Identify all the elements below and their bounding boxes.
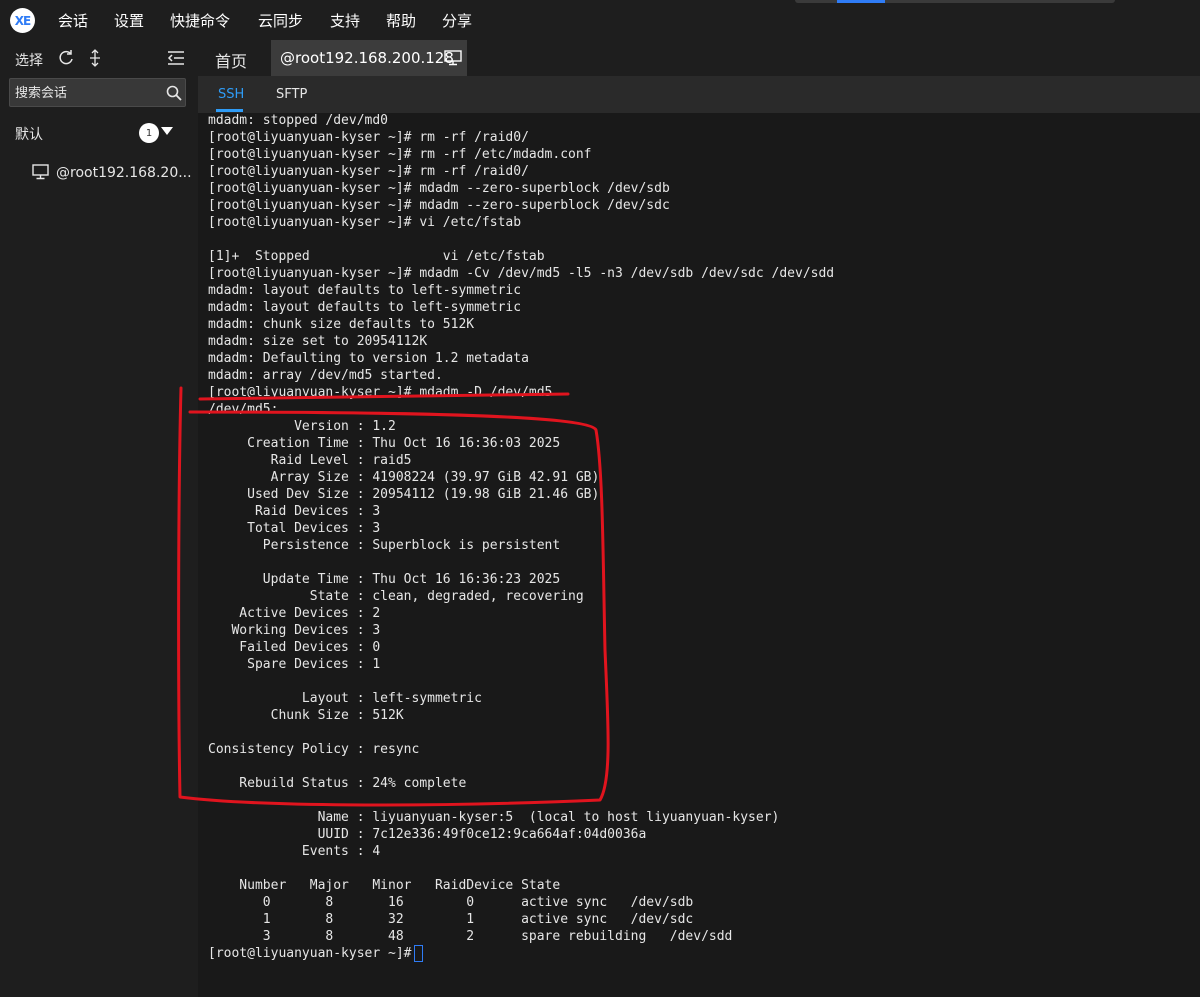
terminal-line: Version : 1.2: [208, 419, 396, 434]
terminal-line: Raid Devices : 3: [208, 504, 381, 519]
terminal-panel: SSH SFTP mdadm: stopped /dev/md0 [root@li…: [198, 76, 1200, 997]
terminal-line: UUID : 7c12e336:49f0ce12:9ca664af:04d003…: [208, 827, 647, 842]
menu-bar: XE 会话 设置 快捷命令 云同步 支持 帮助 分享: [0, 0, 1200, 40]
menu-settings[interactable]: 设置: [114, 10, 144, 31]
menu-help[interactable]: 帮助: [386, 10, 416, 31]
terminal-line: [root@liyuanyuan-kyser ~]# mdadm --zero-…: [208, 181, 670, 196]
menu-cloud-sync[interactable]: 云同步: [258, 10, 303, 31]
tab-home[interactable]: 首页: [215, 48, 247, 72]
tab-session-label: @root192.168.200.128: [280, 49, 454, 67]
group-default-label[interactable]: 默认: [15, 124, 43, 144]
tab-bar: 首页 @root192.168.200.128: [198, 40, 1200, 76]
terminal-line: Chunk Size : 512K: [208, 708, 404, 723]
search-input[interactable]: [15, 83, 155, 103]
protocol-tabs: SSH SFTP: [198, 76, 1200, 113]
terminal-line: Failed Devices : 0: [208, 640, 381, 655]
refresh-icon[interactable]: [57, 49, 75, 67]
session-search[interactable]: [9, 78, 186, 107]
window-controls-strip: [795, 0, 1115, 3]
search-icon[interactable]: [165, 84, 183, 102]
expand-collapse-icon[interactable]: [86, 49, 104, 67]
terminal-line: Number Major Minor RaidDevice State: [208, 878, 561, 893]
caret-down-icon[interactable]: [161, 127, 173, 135]
select-button[interactable]: 选择: [15, 50, 43, 70]
terminal-line: mdadm: layout defaults to left-symmetric: [208, 283, 522, 298]
terminal-line: Rebuild Status : 24% complete: [208, 776, 467, 791]
terminal-line: Persistence : Superblock is persistent: [208, 538, 561, 553]
terminal-line: [root@liyuanyuan-kyser ~]# rm -rf /raid0…: [208, 130, 529, 145]
terminal-line: [root@liyuanyuan-kyser ~]# vi /etc/fstab: [208, 215, 522, 230]
shell-prompt: [root@liyuanyuan-kyser ~]#: [208, 946, 412, 961]
terminal-line: [1]+ Stopped vi /etc/fstab: [208, 249, 545, 264]
terminal-line: mdadm: Defaulting to version 1.2 metadat…: [208, 351, 529, 366]
terminal-line: Total Devices : 3: [208, 521, 381, 536]
terminal-line: [root@liyuanyuan-kyser ~]# mdadm --zero-…: [208, 198, 670, 213]
terminal-output[interactable]: mdadm: stopped /dev/md0 [root@liyuanyuan-…: [208, 112, 1193, 982]
terminal-line: mdadm: layout defaults to left-symmetric: [208, 300, 522, 315]
terminal-line: Raid Level : raid5: [208, 453, 412, 468]
menu-share[interactable]: 分享: [442, 10, 472, 31]
terminal-line: Active Devices : 2: [208, 606, 381, 621]
terminal-line: mdadm: chunk size defaults to 512K: [208, 317, 475, 332]
terminal-line: Layout : left-symmetric: [208, 691, 482, 706]
terminal-line: mdadm: array /dev/md5 started.: [208, 368, 443, 383]
session-sidebar: 选择 默认 1 @root192.168.20...: [0, 40, 198, 997]
terminal-line: Consistency Policy : resync: [208, 742, 420, 757]
tab-session[interactable]: @root192.168.200.128: [271, 40, 467, 76]
app-logo-icon: XE: [10, 8, 35, 33]
terminal-line: 0 8 16 0 active sync /dev/sdb: [208, 895, 694, 910]
menu-support[interactable]: 支持: [330, 10, 360, 31]
terminal-line: 1 8 32 1 active sync /dev/sdc: [208, 912, 694, 927]
collapse-sidebar-icon[interactable]: [166, 49, 186, 67]
terminal-line: Working Devices : 3: [208, 623, 381, 638]
menu-session[interactable]: 会话: [58, 10, 88, 31]
terminal-line: [root@liyuanyuan-kyser ~]# rm -rf /raid0…: [208, 164, 529, 179]
terminal-line: Update Time : Thu Oct 16 16:36:23 2025: [208, 572, 561, 587]
terminal-line: Array Size : 41908224 (39.97 GiB 42.91 G…: [208, 470, 600, 485]
terminal-line: Used Dev Size : 20954112 (19.98 GiB 21.4…: [208, 487, 600, 502]
tab-sftp[interactable]: SFTP: [276, 87, 307, 102]
monitor-icon: [444, 50, 462, 66]
terminal-line: Spare Devices : 1: [208, 657, 381, 672]
terminal-line: [root@liyuanyuan-kyser ~]# mdadm -Cv /de…: [208, 266, 835, 281]
terminal-line: Events : 4: [208, 844, 381, 859]
session-item[interactable]: @root192.168.20...: [30, 162, 192, 184]
terminal-cursor: [413, 945, 423, 962]
terminal-line: mdadm: stopped /dev/md0: [208, 113, 389, 128]
menu-quick-commands[interactable]: 快捷命令: [170, 10, 230, 31]
group-count-badge: 1: [139, 123, 159, 143]
terminal-line: 3 8 48 2 spare rebuilding /dev/sdd: [208, 929, 733, 944]
terminal-line: Creation Time : Thu Oct 16 16:36:03 2025: [208, 436, 561, 451]
terminal-line: /dev/md5:: [208, 402, 279, 417]
tab-ssh[interactable]: SSH: [218, 87, 244, 102]
terminal-line: [root@liyuanyuan-kyser ~]# rm -rf /etc/m…: [208, 147, 592, 162]
terminal-line: [root@liyuanyuan-kyser ~]# mdadm -D /dev…: [208, 385, 553, 400]
terminal-line: State : clean, degraded, recovering: [208, 589, 584, 604]
terminal-prompt-line[interactable]: [root@liyuanyuan-kyser ~]#: [208, 945, 1193, 962]
terminal-line: mdadm: size set to 20954112K: [208, 334, 428, 349]
monitor-icon: [32, 164, 49, 180]
session-label: @root192.168.20...: [56, 165, 192, 181]
terminal-line: Name : liyuanyuan-kyser:5 (local to host…: [208, 810, 780, 825]
